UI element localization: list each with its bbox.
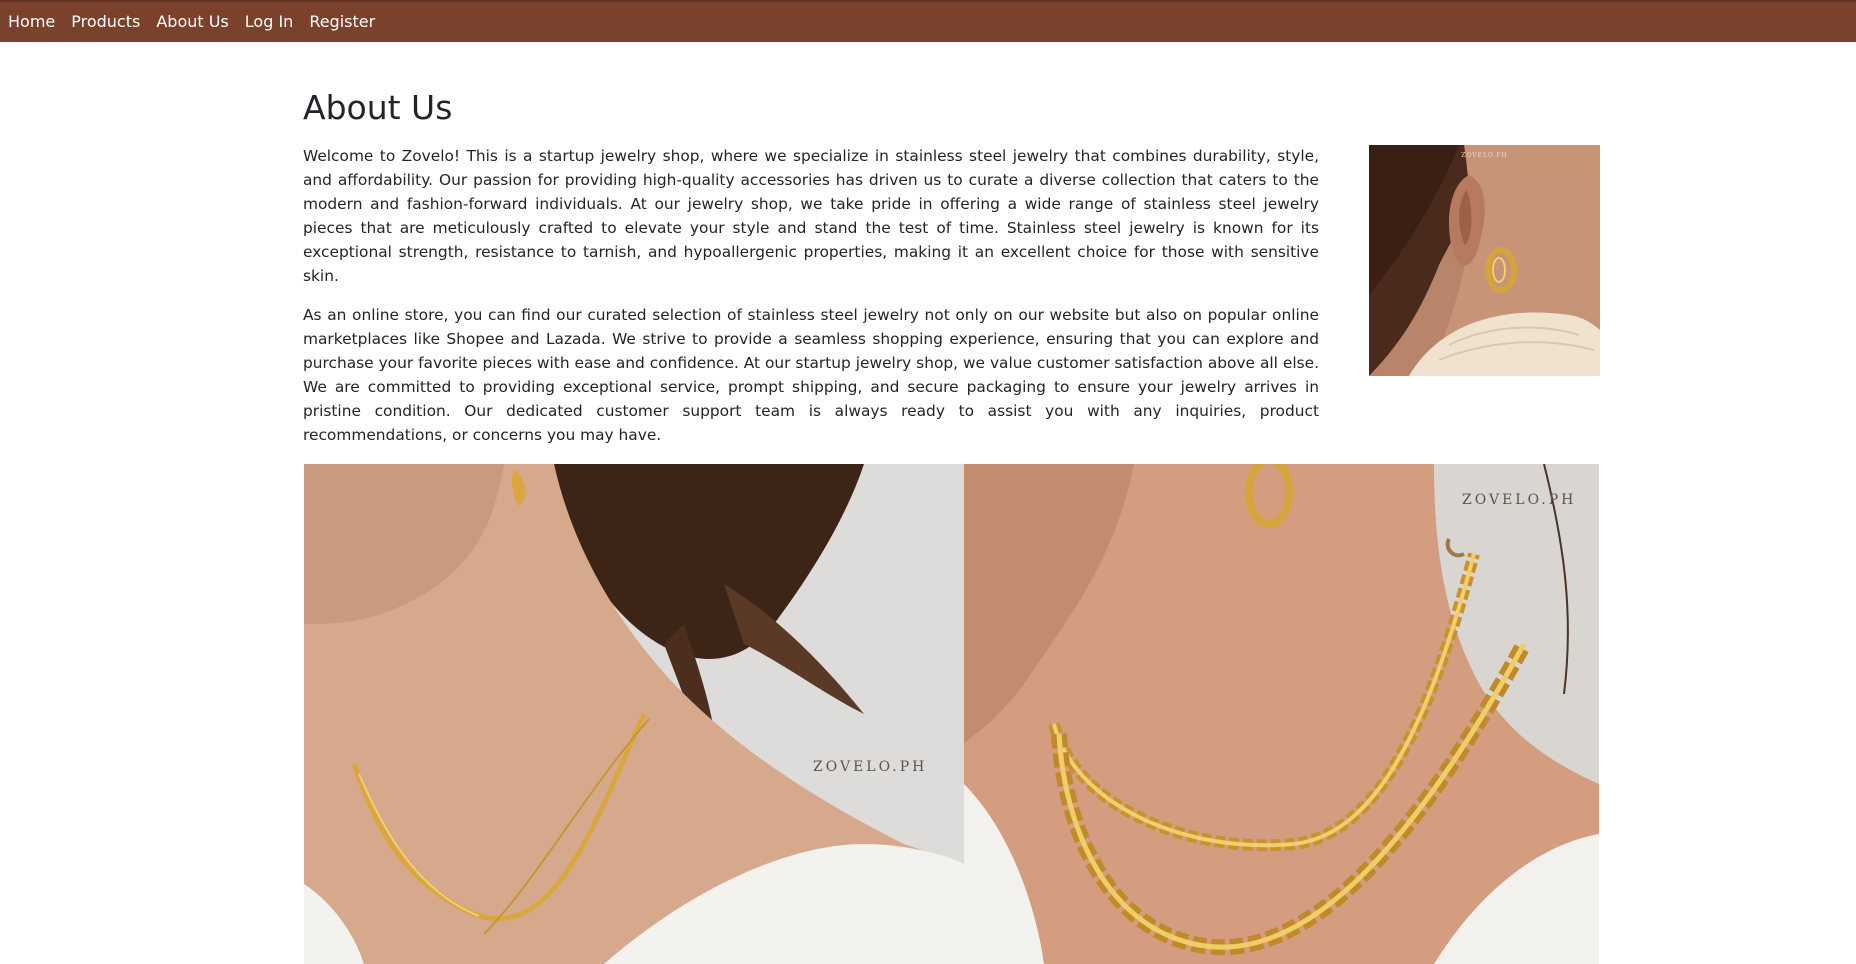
page-title: About Us: [303, 88, 453, 127]
necklace-photo-right: ZOVELO.PH: [964, 464, 1599, 964]
top-navbar: Home Products About Us Log In Register: [0, 0, 1856, 42]
earring-photo: ZOVELO.PH: [1369, 145, 1600, 376]
nav-about-link[interactable]: About Us: [156, 14, 228, 30]
left-photo-watermark: ZOVELO.PH: [813, 759, 928, 775]
nav-home-link[interactable]: Home: [8, 14, 55, 30]
nav-register-link[interactable]: Register: [309, 14, 375, 30]
necklace-photo-left-illustration: [304, 464, 964, 964]
necklace-photo-left: ZOVELO.PH: [304, 464, 964, 964]
right-photo-watermark: ZOVELO.PH: [1462, 492, 1577, 508]
necklace-photo-right-illustration: [964, 464, 1599, 964]
nav-login-link[interactable]: Log In: [245, 14, 294, 30]
about-text: Welcome to Zovelo! This is a startup jew…: [303, 144, 1319, 462]
about-paragraph-2: As an online store, you can find our cur…: [303, 306, 1319, 444]
necklace-gallery: ZOVELO.PH ZOVELO.PH: [304, 464, 1599, 964]
side-photo-watermark: ZOVELO.PH: [1461, 152, 1508, 159]
earring-photo-illustration: [1369, 145, 1600, 376]
about-paragraph-1: Welcome to Zovelo! This is a startup jew…: [303, 147, 1319, 285]
nav-products-link[interactable]: Products: [71, 14, 140, 30]
